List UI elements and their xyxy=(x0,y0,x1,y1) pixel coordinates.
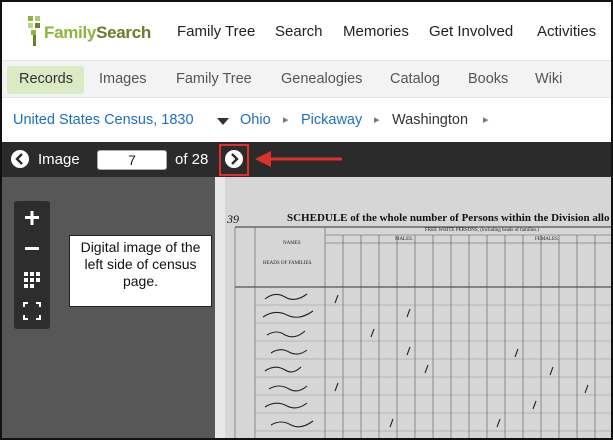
breadcrumb-separator-icon: ▸ xyxy=(483,114,489,126)
image-label: Image xyxy=(38,151,80,168)
grid-view-icon[interactable] xyxy=(14,265,50,295)
subnav-catalog[interactable]: Catalog xyxy=(390,71,440,87)
names-header: NAMES xyxy=(283,241,301,246)
breadcrumb-separator-icon: ▸ xyxy=(283,114,289,126)
image-viewer-toolbar: Image 7 of 28 xyxy=(2,142,611,177)
breadcrumb-separator-icon: ▸ xyxy=(374,114,380,126)
males-header: MALES. xyxy=(395,237,414,242)
top-navigation: FamilySearch Family Tree Search Memories… xyxy=(2,2,611,60)
nav-search[interactable]: Search xyxy=(275,23,323,40)
schedule-title: SCHEDULE of the whole number of Persons … xyxy=(287,212,610,224)
free-white-persons-header: FREE WHITE PERSONS, (including heads of … xyxy=(425,228,540,233)
nav-get-involved[interactable]: Get Involved xyxy=(429,23,513,40)
prev-image-icon[interactable] xyxy=(11,150,29,168)
zoom-controls xyxy=(14,201,50,329)
app-frame: FamilySearch Family Tree Search Memories… xyxy=(0,0,613,440)
logo-wordmark: FamilySearch xyxy=(44,23,151,42)
image-total-label: of 28 xyxy=(175,151,209,168)
fullscreen-icon[interactable] xyxy=(14,296,50,326)
zoom-in-icon[interactable] xyxy=(14,203,50,233)
tree-logo-icon xyxy=(28,16,40,46)
image-viewer[interactable]: Digital image of the left side of census… xyxy=(2,177,611,438)
breadcrumb: United States Census, 1830 Ohio ▸ Pickaw… xyxy=(2,98,611,142)
dropdown-caret-icon[interactable] xyxy=(217,118,229,126)
page-number: 39 xyxy=(227,212,239,226)
subnav-images[interactable]: Images xyxy=(99,71,147,87)
familysearch-logo[interactable]: FamilySearch xyxy=(26,14,166,48)
nav-memories[interactable]: Memories xyxy=(343,23,409,40)
subnav-books[interactable]: Books xyxy=(468,71,508,87)
heads-of-families-header: HEADS OF FAMILIES. xyxy=(263,261,313,266)
subnav-genealogies[interactable]: Genealogies xyxy=(281,71,362,87)
image-number-input[interactable]: 7 xyxy=(97,150,167,170)
nav-activities[interactable]: Activities xyxy=(537,23,596,40)
subnav-family-tree[interactable]: Family Tree xyxy=(176,71,252,87)
breadcrumb-township: Washington xyxy=(392,112,469,128)
annotation-callout: Digital image of the left side of census… xyxy=(69,235,212,307)
subnav-records[interactable]: Records xyxy=(19,71,73,87)
next-image-icon[interactable] xyxy=(225,150,243,168)
subnav-wiki[interactable]: Wiki xyxy=(535,71,562,87)
breadcrumb-collection[interactable]: United States Census, 1830 xyxy=(13,112,194,128)
nav-family-tree[interactable]: Family Tree xyxy=(177,23,255,40)
zoom-out-icon[interactable] xyxy=(14,234,50,264)
pointer-arrow-icon xyxy=(255,151,342,167)
census-page-image[interactable]: 39 SCHEDULE of the whole number of Perso… xyxy=(215,177,611,438)
records-subnav: Records Images Family Tree Genealogies C… xyxy=(2,60,611,98)
breadcrumb-state[interactable]: Ohio xyxy=(240,112,271,128)
breadcrumb-county[interactable]: Pickaway xyxy=(301,112,362,128)
females-header: FEMALES. xyxy=(535,237,560,242)
